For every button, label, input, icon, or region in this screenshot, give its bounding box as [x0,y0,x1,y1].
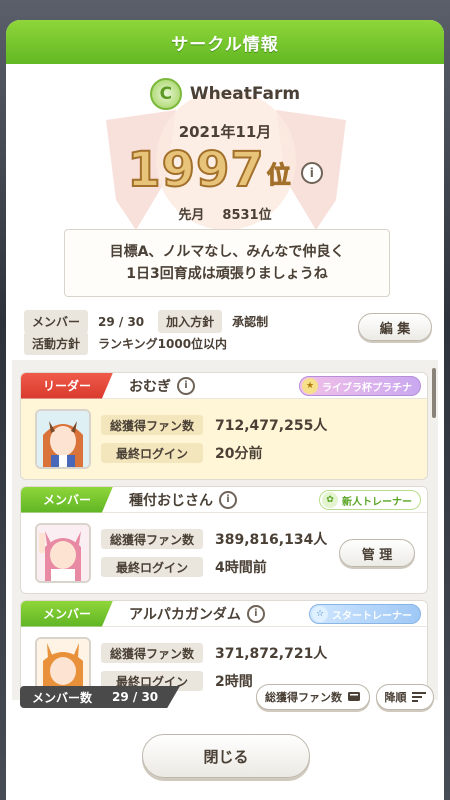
member-label: メンバー [24,310,89,333]
avatar [35,523,91,583]
join-policy-label: 加入方針 [158,310,223,333]
member-name: 種付おじさん [129,492,213,509]
member-value: 29 / 30 [98,314,145,329]
member-card-body: 総獲得ファン数 389,816,134人 最終ログイン 4時間前 管 理 [21,513,427,593]
club-logo: C [149,78,182,110]
login-label: 最終ログイン [101,557,203,577]
fans-label: 総獲得ファン数 [101,529,203,549]
login-label: 最終ログイン [101,443,203,463]
login-row: 最終ログイン 4時間前 [101,557,267,577]
member-card-leader[interactable]: リーダー おむぎ i ★ ライブラ杯プラチナ 総獲得ファン数 712,477,2… [20,372,428,480]
fans-label: 総獲得ファン数 [101,643,203,663]
ranking-month: 2021年11月 [178,123,272,141]
descending-icon [411,692,426,702]
member-list[interactable]: リーダー おむぎ i ★ ライブラ杯プラチナ 総獲得ファン数 712,477,2… [12,360,438,700]
role-tag: リーダー [21,373,113,399]
member-list-scrollbar[interactable] [432,368,436,418]
trainer-badge: ☆ スタートレーナー [309,604,421,624]
member-list-footer: メンバー数 29 / 30 総獲得ファン数 降順 [12,684,438,712]
rank-info-icon[interactable]: i [300,162,323,184]
trainer-badge: ✿ 新人トレーナー [319,490,421,510]
motto-line-2: 1日3回育成は頑張りましょうね [126,266,328,282]
sort-key-label: 総獲得ファン数 [265,691,342,704]
member-count-value: 29 / 30 [112,690,159,704]
member-count-label: メンバー数 [32,690,93,705]
close-button[interactable]: 閉じる [142,734,310,778]
club-name-row: C WheatFarm [6,78,444,110]
last-month-rank: 先月 8531位 [6,204,444,223]
circle-info-dialog: サークル情報 C WheatFarm 2021年11月 1997 位 i 先月 … [6,20,444,800]
rank-number: 1997 [126,141,265,199]
rank-display: 1997 位 i [6,141,444,199]
manage-button[interactable]: 管 理 [339,539,415,567]
trophy-icon: ★ [302,378,318,394]
sort-order-button[interactable]: 降順 [376,684,434,710]
dialog-title: サークル情報 [6,20,444,64]
activity-label: 活動方針 [24,332,89,355]
leaf-icon: ✿ [322,492,338,508]
member-count-pill: メンバー数 29 / 30 [20,686,180,708]
rank-suffix: 位 [266,161,291,190]
badge-label: ライブラ杯プラチナ [322,382,412,394]
member-card-header: メンバー 種付おじさん i ✿ 新人トレーナー [21,487,427,513]
member-card[interactable]: メンバー 種付おじさん i ✿ 新人トレーナー 総獲得ファン数 389,816,… [20,486,428,594]
activity-value: ランキング1000位以内 [98,337,228,351]
member-card-header: リーダー おむぎ i ★ ライブラ杯プラチナ [21,373,427,399]
fans-value: 712,477,255人 [215,418,328,434]
fans-value: 371,872,721人 [215,646,328,662]
member-info-icon[interactable]: i [219,490,237,509]
member-card-header: メンバー アルパカガンダム i ☆ スタートレーナー [21,601,427,627]
badge-label: 新人トレーナー [342,496,412,508]
star-icon: ☆ [312,606,328,622]
avatar [35,409,91,469]
motto-line-1: 目標A、ノルマなし、みんなで仲良く [109,244,345,260]
role-tag: メンバー [21,487,113,513]
login-value: 4時間前 [215,560,267,576]
club-motto: 目標A、ノルマなし、みんなで仲良く 1日3回育成は頑張りましょうね [64,229,390,297]
fans-row: 総獲得ファン数 389,816,134人 [101,529,327,549]
member-info-icon[interactable]: i [246,604,265,623]
last-month-label: 先月 [178,208,205,223]
login-row: 最終ログイン 20分前 [101,443,262,463]
member-info-icon[interactable]: i [177,376,195,395]
meta-row-activity: 活動方針 ランキング1000位以内 [24,332,241,355]
member-name: おむぎ [129,378,171,395]
sort-options-icon [348,692,360,701]
fans-value: 389,816,134人 [215,532,328,548]
join-policy-value: 承認制 [232,315,269,329]
badge-label: スタートレーナー [332,610,412,622]
meta-row-members: メンバー 29 / 30 加入方針 承認制 [24,310,282,333]
member-card-body: 総獲得ファン数 712,477,255人 最終ログイン 20分前 [21,399,427,479]
fans-label: 総獲得ファン数 [101,415,203,435]
login-value: 20分前 [215,446,263,462]
fans-row: 総獲得ファン数 371,872,721人 [101,643,327,663]
role-tag: メンバー [21,601,113,627]
edit-button[interactable]: 編 集 [358,313,432,341]
sort-order-label: 降順 [384,691,407,704]
club-name: WheatFarm [189,84,301,104]
sort-key-button[interactable]: 総獲得ファン数 [256,684,370,710]
fans-row: 総獲得ファン数 712,477,255人 [101,415,327,435]
last-month-value: 8531位 [222,208,272,223]
member-name: アルパカガンダム [129,606,241,623]
trainer-badge: ★ ライブラ杯プラチナ [299,376,421,396]
